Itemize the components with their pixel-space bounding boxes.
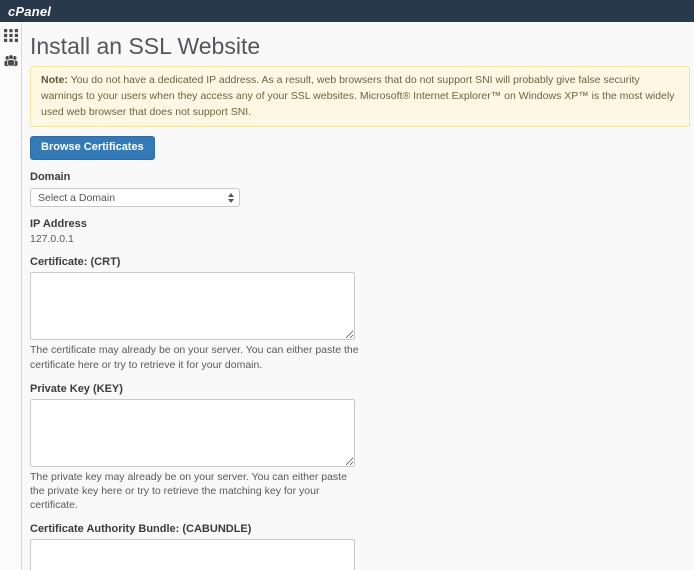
icon-sidebar [0,22,22,570]
domain-select-value: Select a Domain [38,192,115,204]
select-arrows-icon [228,193,234,203]
note-text: You do not have a dedicated IP address. … [41,74,675,118]
domain-select[interactable]: Select a Domain [30,188,240,207]
certificate-label: Certificate: (CRT) [30,256,692,268]
private-key-label: Private Key (KEY) [30,383,692,395]
main-content: Install an SSL Website Note: You do not … [22,22,694,570]
ip-address-label: IP Address [30,218,692,230]
ip-address-value: 127.0.0.1 [30,233,692,245]
certificate-textarea[interactable] [30,272,355,340]
ca-bundle-textarea[interactable] [30,539,355,570]
apps-grid-icon[interactable] [4,29,18,42]
page-title: Install an SSL Website [30,34,692,58]
user-manager-icon[interactable] [4,54,18,67]
browse-certificates-button[interactable]: Browse Certificates [30,136,155,160]
top-navigation-bar: cPanel [0,0,694,22]
sni-warning-note: Note: You do not have a dedicated IP add… [30,66,690,127]
private-key-textarea[interactable] [30,399,355,467]
private-key-help-text: The private key may already be on your s… [30,470,364,513]
ca-bundle-label: Certificate Authority Bundle: (CABUNDLE) [30,523,692,535]
certificate-help-text: The certificate may already be on your s… [30,343,364,371]
domain-label: Domain [30,171,692,183]
cpanel-logo[interactable]: cPanel [8,4,51,19]
note-prefix: Note: [41,74,68,86]
